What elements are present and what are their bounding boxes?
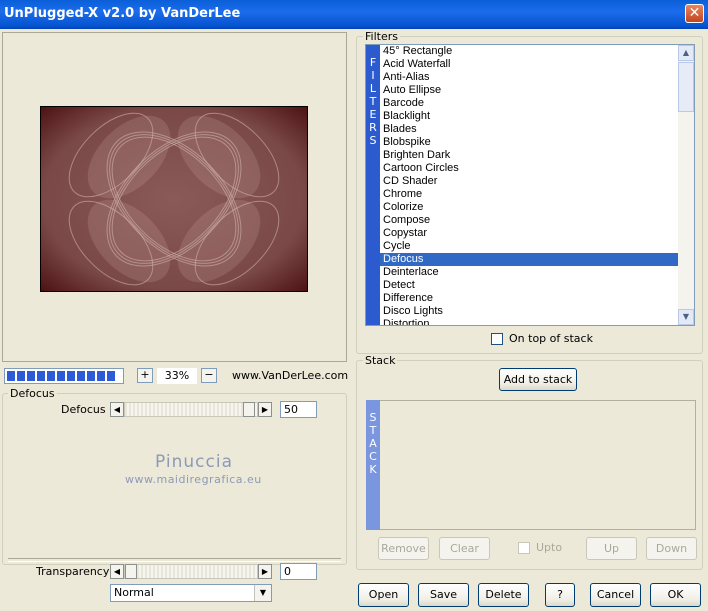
filter-list-item[interactable]: Blobspike <box>380 136 678 149</box>
zoom-in-button[interactable]: + <box>137 368 153 383</box>
filter-list-item[interactable]: Anti-Alias <box>380 71 678 84</box>
stack-group-label: Stack <box>363 354 398 367</box>
transparency-slider-thumb[interactable] <box>125 564 137 579</box>
transparency-label: Transparency <box>36 565 110 578</box>
sidebar-letter: S <box>369 411 377 424</box>
blend-mode-select[interactable]: Normal ▼ <box>110 584 272 602</box>
progress-segment <box>17 371 25 381</box>
watermark-url: www.maidiregrafica.eu <box>125 473 262 486</box>
delete-button[interactable]: Delete <box>478 583 529 607</box>
sidebar-letter: T <box>369 95 377 108</box>
ok-button[interactable]: OK <box>650 583 701 607</box>
filter-list-item[interactable]: Difference <box>380 292 678 305</box>
filter-list-item[interactable]: Deinterlace <box>380 266 678 279</box>
transparency-slider-track[interactable] <box>124 564 258 579</box>
blend-mode-value: Normal <box>114 586 154 599</box>
sidebar-letter: T <box>369 424 377 437</box>
sidebar-letter: E <box>369 108 377 121</box>
filters-sidebar: FILTERS <box>366 45 380 325</box>
preview-image <box>40 106 308 292</box>
transparency-value-field[interactable]: 0 <box>280 563 317 580</box>
filter-list-item[interactable]: Acid Waterfall <box>380 58 678 71</box>
stack-sidebar: STACK <box>366 400 380 530</box>
progress-segment <box>67 371 75 381</box>
filter-list-item[interactable]: Auto Ellipse <box>380 84 678 97</box>
progress-segment <box>97 371 105 381</box>
transparency-decrease-arrow[interactable]: ◀ <box>110 564 124 579</box>
render-progress-bar <box>4 368 124 384</box>
filter-list-item[interactable]: Blacklight <box>380 110 678 123</box>
filters-group-label: Filters <box>363 30 400 43</box>
scroll-down-icon[interactable]: ▼ <box>678 309 694 325</box>
upto-checkbox[interactable] <box>518 542 530 554</box>
window-title: UnPlugged-X v2.0 by VanDerLee <box>4 6 241 21</box>
filters-scrollbar[interactable]: ▲ ▼ <box>678 45 694 325</box>
filter-list-item[interactable]: Barcode <box>380 97 678 110</box>
sidebar-letter: F <box>369 56 377 69</box>
filter-list-item[interactable]: Cycle <box>380 240 678 253</box>
filter-list-item[interactable]: Blades <box>380 123 678 136</box>
filter-list-item[interactable]: Brighten Dark <box>380 149 678 162</box>
defocus-slider-track[interactable] <box>124 402 258 417</box>
sidebar-letter: S <box>369 134 377 147</box>
down-button[interactable]: Down <box>646 537 697 560</box>
filter-list-item[interactable]: Detect <box>380 279 678 292</box>
transparency-increase-arrow[interactable]: ▶ <box>258 564 272 579</box>
progress-segment <box>87 371 95 381</box>
scroll-thumb[interactable] <box>678 62 694 112</box>
cancel-button[interactable]: Cancel <box>590 583 641 607</box>
progress-segment <box>37 371 45 381</box>
zoom-out-button[interactable]: − <box>201 368 217 383</box>
filter-list-item[interactable]: Colorize <box>380 201 678 214</box>
defocus-slider-label: Defocus <box>61 403 106 416</box>
filter-list-item[interactable]: 45° Rectangle <box>380 45 678 58</box>
filter-list-item[interactable]: Cartoon Circles <box>380 162 678 175</box>
zoom-value: 33% <box>157 368 197 384</box>
open-button[interactable]: Open <box>358 583 409 607</box>
filter-list-item[interactable]: Chrome <box>380 188 678 201</box>
on-top-of-stack-label: On top of stack <box>509 332 593 345</box>
upto-label: Upto <box>536 541 563 554</box>
progress-segment <box>77 371 85 381</box>
sidebar-letter: L <box>369 82 377 95</box>
defocus-group-label: Defocus <box>8 387 57 400</box>
up-button[interactable]: Up <box>586 537 637 560</box>
defocus-increase-arrow[interactable]: ▶ <box>258 402 272 417</box>
filter-list-item[interactable]: Disco Lights <box>380 305 678 318</box>
remove-button[interactable]: Remove <box>378 537 429 560</box>
chevron-down-icon[interactable]: ▼ <box>254 585 271 601</box>
filter-list-item[interactable]: Compose <box>380 214 678 227</box>
progress-segment <box>7 371 15 381</box>
filter-list-item[interactable]: Defocus <box>380 253 678 266</box>
save-button[interactable]: Save <box>418 583 469 607</box>
website-link[interactable]: www.VanDerLee.com <box>232 369 348 382</box>
watermark-title: Pinuccia <box>155 452 233 472</box>
filter-list-item[interactable]: Copystar <box>380 227 678 240</box>
separator <box>8 558 341 562</box>
close-button[interactable]: ✕ <box>685 4 704 23</box>
preview-graphic <box>41 107 307 291</box>
progress-segment <box>57 371 65 381</box>
sidebar-letter: K <box>369 463 377 476</box>
on-top-of-stack-checkbox[interactable] <box>491 333 503 345</box>
filter-list-item[interactable]: Distortion <box>380 318 678 325</box>
sidebar-letter: I <box>371 69 375 82</box>
sidebar-letter: C <box>369 450 377 463</box>
progress-segment <box>107 371 115 381</box>
add-to-stack-button[interactable]: Add to stack <box>499 368 577 391</box>
progress-segment <box>47 371 55 381</box>
sidebar-letter: R <box>369 121 377 134</box>
defocus-value-field[interactable]: 50 <box>280 401 317 418</box>
defocus-decrease-arrow[interactable]: ◀ <box>110 402 124 417</box>
filter-list-item[interactable]: CD Shader <box>380 175 678 188</box>
defocus-slider-thumb[interactable] <box>243 402 255 417</box>
filter-items: 45° Rectangle Acid Waterfall Anti-Alias Aut… <box>380 45 678 325</box>
stack-list[interactable] <box>366 400 696 530</box>
clear-button[interactable]: Clear <box>439 537 490 560</box>
help-button[interactable]: ? <box>545 583 575 607</box>
scroll-up-icon[interactable]: ▲ <box>678 45 694 61</box>
progress-segment <box>27 371 35 381</box>
sidebar-letter: A <box>369 437 377 450</box>
